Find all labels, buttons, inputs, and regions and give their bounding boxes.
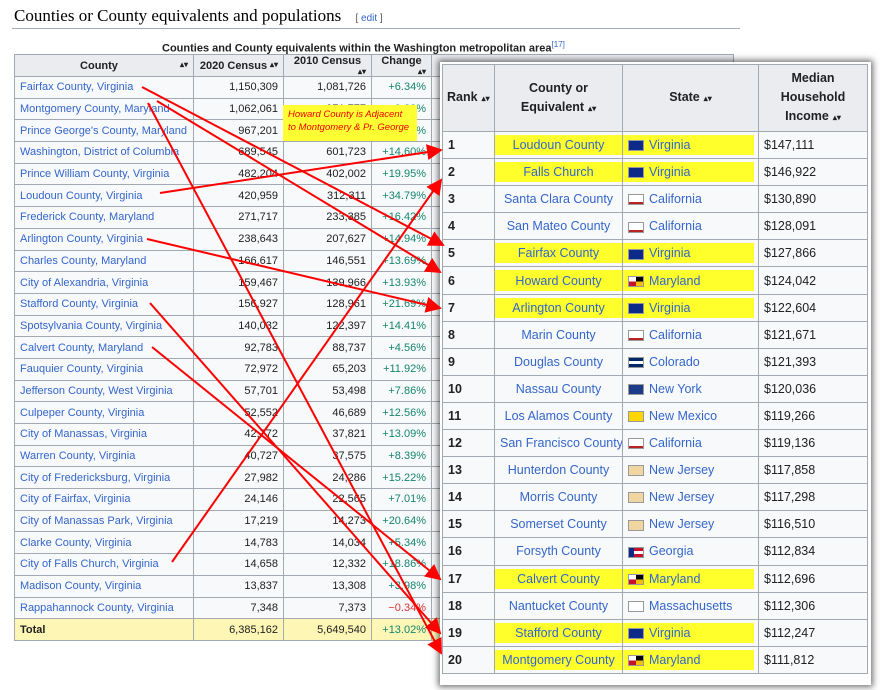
state-link[interactable]: Massachusetts	[649, 599, 732, 613]
new-jersey-flag-icon	[628, 492, 644, 504]
state-link[interactable]: California	[649, 328, 702, 342]
county-link[interactable]: Hunterdon County	[508, 463, 609, 477]
arrow-stafford	[149, 302, 442, 635]
county-link[interactable]: Los Alamos County	[505, 409, 613, 423]
arrow-fairfax	[141, 86, 445, 246]
georgia-flag-icon	[628, 546, 644, 558]
county-link[interactable]: San Francisco County	[500, 436, 622, 450]
county-link[interactable]: Howard County	[515, 274, 601, 288]
state-link[interactable]: California	[649, 436, 702, 450]
county-link[interactable]: Montgomery County	[502, 653, 615, 667]
county-link[interactable]: Arlington County	[512, 301, 604, 315]
arrow-falls-church	[171, 178, 443, 563]
county-link[interactable]: Morris County	[520, 490, 598, 504]
county-link[interactable]: Douglas County	[514, 355, 603, 369]
state-link[interactable]: California	[649, 219, 702, 233]
county-link[interactable]: Stafford County	[515, 626, 602, 640]
county-link[interactable]: Santa Clara County	[504, 192, 613, 206]
state-link[interactable]: New Jersey	[649, 463, 714, 477]
state-link[interactable]: Maryland	[649, 653, 700, 667]
county-link[interactable]: Calvert County	[517, 572, 600, 586]
county-link[interactable]: San Mateo County	[507, 219, 611, 233]
state-link[interactable]: New Jersey	[649, 517, 714, 531]
state-link[interactable]: Georgia	[649, 544, 693, 558]
county-link[interactable]: Falls Church	[523, 165, 593, 179]
county-link[interactable]: Nassau County	[516, 382, 601, 396]
state-link[interactable]: New York	[649, 382, 702, 396]
arrow-arlington	[146, 238, 442, 313]
state-link[interactable]: Colorado	[649, 355, 700, 369]
new-mexico-flag-icon	[628, 411, 644, 423]
state-link[interactable]: Maryland	[649, 572, 700, 586]
state-link[interactable]: New Mexico	[649, 409, 717, 423]
county-link[interactable]: Forsyth County	[516, 544, 601, 558]
state-link[interactable]: Virginia	[649, 165, 690, 179]
state-link[interactable]: California	[649, 192, 702, 206]
virginia-flag-icon	[628, 167, 644, 179]
maryland-flag-icon	[628, 275, 644, 287]
state-link[interactable]: Virginia	[649, 301, 690, 315]
california-flag-icon	[628, 329, 644, 341]
county-link[interactable]: Loudoun County	[513, 138, 605, 152]
maryland-flag-icon	[628, 573, 644, 585]
new-jersey-flag-icon	[628, 465, 644, 477]
annotation-arrows	[141, 86, 445, 655]
county-link[interactable]: Fairfax County	[518, 246, 599, 260]
county-link[interactable]: Marin County	[521, 328, 595, 342]
massachusetts-flag-icon	[628, 600, 644, 612]
state-link[interactable]: Virginia	[649, 138, 690, 152]
virginia-flag-icon	[628, 140, 644, 152]
county-link[interactable]: Nantucket County	[509, 599, 608, 613]
state-link[interactable]: Virginia	[649, 246, 690, 260]
colorado-flag-icon	[628, 357, 644, 368]
county-link[interactable]: Somerset County	[510, 517, 607, 531]
california-flag-icon	[628, 194, 644, 206]
new-jersey-flag-icon	[628, 519, 644, 531]
state-link[interactable]: Virginia	[649, 626, 690, 640]
state-link[interactable]: New Jersey	[649, 490, 714, 504]
state-link[interactable]: Maryland	[649, 274, 700, 288]
california-flag-icon	[628, 221, 644, 233]
virginia-flag-icon	[628, 248, 644, 260]
virginia-flag-icon	[628, 302, 644, 314]
california-flag-icon	[628, 438, 644, 450]
maryland-flag-icon	[628, 655, 644, 667]
new-york-flag-icon	[628, 384, 644, 396]
virginia-flag-icon	[628, 627, 644, 639]
